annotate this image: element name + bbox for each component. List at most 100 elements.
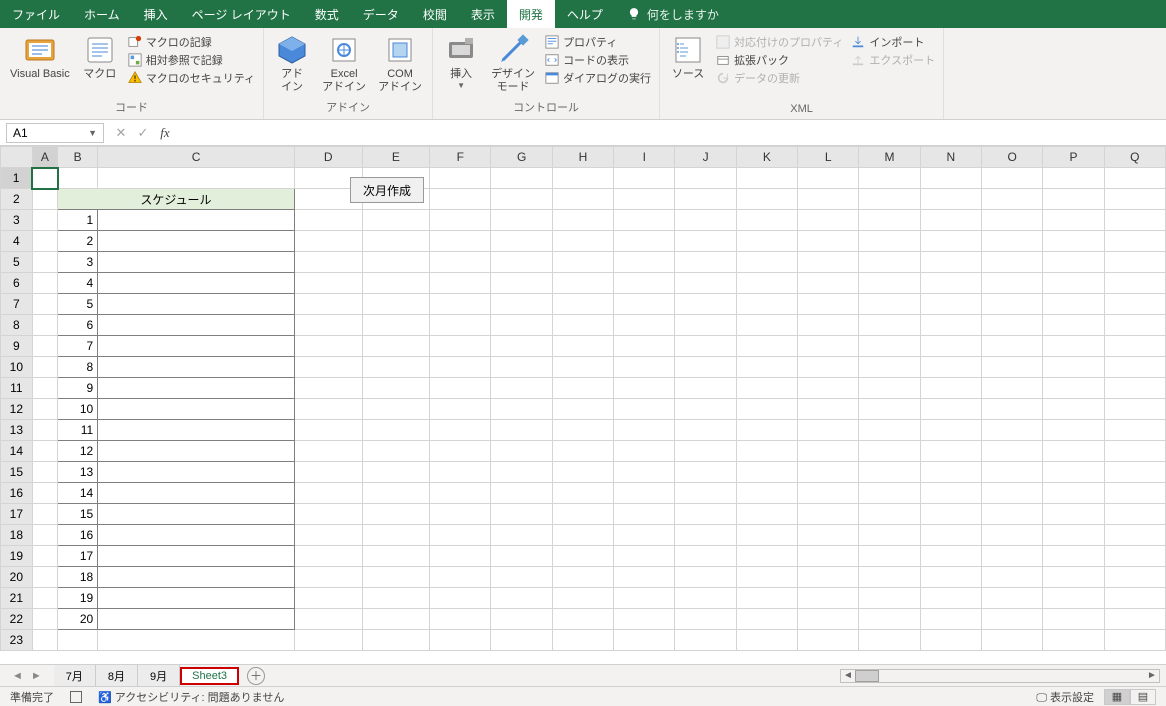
cell[interactable]	[430, 294, 491, 315]
cell[interactable]	[32, 609, 57, 630]
schedule-value-cell[interactable]	[98, 546, 295, 567]
cell[interactable]	[798, 168, 859, 189]
cell[interactable]	[430, 168, 491, 189]
cell[interactable]	[1043, 630, 1104, 651]
schedule-value-cell[interactable]	[98, 399, 295, 420]
cell[interactable]	[981, 336, 1042, 357]
cell[interactable]	[294, 483, 362, 504]
cell[interactable]	[1104, 567, 1165, 588]
cell[interactable]	[798, 399, 859, 420]
cell[interactable]	[362, 231, 430, 252]
cell[interactable]	[981, 378, 1042, 399]
cell[interactable]	[491, 441, 552, 462]
cell[interactable]	[920, 315, 981, 336]
scroll-left-icon[interactable]: ◄	[841, 670, 855, 681]
cell[interactable]	[798, 378, 859, 399]
cell[interactable]	[736, 168, 797, 189]
cell[interactable]	[798, 273, 859, 294]
cell[interactable]	[430, 609, 491, 630]
cell[interactable]	[675, 294, 736, 315]
cell[interactable]	[491, 357, 552, 378]
schedule-number-cell[interactable]: 3	[58, 252, 98, 273]
cell[interactable]	[981, 210, 1042, 231]
cell[interactable]	[294, 525, 362, 546]
schedule-number-cell[interactable]: 12	[58, 441, 98, 462]
schedule-value-cell[interactable]	[98, 336, 295, 357]
worksheet-grid[interactable]: ABCDEFGHIJKLMNOPQ12スケジュール314253647586971…	[0, 146, 1166, 664]
cell[interactable]	[859, 168, 920, 189]
cell[interactable]	[32, 357, 57, 378]
cell[interactable]	[362, 336, 430, 357]
cell[interactable]	[614, 462, 675, 483]
cell[interactable]	[981, 294, 1042, 315]
cell[interactable]	[614, 336, 675, 357]
cell[interactable]	[294, 462, 362, 483]
cell[interactable]	[552, 609, 613, 630]
cell[interactable]	[32, 525, 57, 546]
cell[interactable]	[362, 420, 430, 441]
cell[interactable]	[294, 294, 362, 315]
cell[interactable]	[920, 294, 981, 315]
cell[interactable]	[1104, 252, 1165, 273]
cell[interactable]	[1043, 399, 1104, 420]
cell[interactable]	[362, 504, 430, 525]
cell[interactable]	[491, 210, 552, 231]
cell[interactable]	[362, 252, 430, 273]
cell[interactable]	[859, 546, 920, 567]
cell[interactable]	[32, 399, 57, 420]
accessibility-status[interactable]: アクセシビリティ: 問題ありません	[98, 689, 284, 705]
design-mode-button[interactable]: デザイン モード	[487, 32, 539, 96]
cell[interactable]	[1043, 441, 1104, 462]
insert-function-button[interactable]: fx	[154, 125, 176, 141]
cell[interactable]	[614, 525, 675, 546]
column-header[interactable]: D	[294, 147, 362, 168]
cell[interactable]	[98, 168, 295, 189]
cell[interactable]	[614, 357, 675, 378]
cell[interactable]	[430, 378, 491, 399]
cell[interactable]	[859, 630, 920, 651]
cell[interactable]	[552, 336, 613, 357]
cell[interactable]	[675, 210, 736, 231]
cell[interactable]	[552, 420, 613, 441]
cell[interactable]	[614, 315, 675, 336]
cell[interactable]	[552, 462, 613, 483]
cell[interactable]	[491, 483, 552, 504]
cell[interactable]	[920, 168, 981, 189]
schedule-number-cell[interactable]: 15	[58, 504, 98, 525]
sheet-nav-prev-icon[interactable]: ◄	[12, 670, 23, 682]
cell[interactable]	[491, 294, 552, 315]
row-header[interactable]: 18	[1, 525, 33, 546]
cell[interactable]	[981, 504, 1042, 525]
cell[interactable]	[294, 336, 362, 357]
cell[interactable]	[294, 231, 362, 252]
cell[interactable]	[1104, 336, 1165, 357]
cell[interactable]	[675, 630, 736, 651]
cell[interactable]	[491, 462, 552, 483]
visual-basic-button[interactable]: Visual Basic	[6, 32, 74, 83]
cell[interactable]	[362, 294, 430, 315]
cell[interactable]	[736, 588, 797, 609]
column-header[interactable]: O	[981, 147, 1042, 168]
cell[interactable]	[736, 441, 797, 462]
cell[interactable]	[859, 567, 920, 588]
cell[interactable]	[294, 630, 362, 651]
cell[interactable]	[920, 420, 981, 441]
cell[interactable]	[32, 189, 57, 210]
cell[interactable]	[491, 189, 552, 210]
cell[interactable]	[981, 609, 1042, 630]
cell[interactable]	[981, 525, 1042, 546]
cell[interactable]	[798, 588, 859, 609]
cell[interactable]	[859, 588, 920, 609]
cell[interactable]	[552, 231, 613, 252]
cell[interactable]	[362, 525, 430, 546]
cell[interactable]	[614, 567, 675, 588]
cell[interactable]	[430, 420, 491, 441]
schedule-number-cell[interactable]: 7	[58, 336, 98, 357]
cell[interactable]	[294, 504, 362, 525]
cell[interactable]	[1043, 525, 1104, 546]
cell[interactable]	[614, 378, 675, 399]
cell[interactable]	[981, 462, 1042, 483]
cell[interactable]	[798, 420, 859, 441]
cell[interactable]	[1104, 315, 1165, 336]
cell[interactable]	[430, 210, 491, 231]
